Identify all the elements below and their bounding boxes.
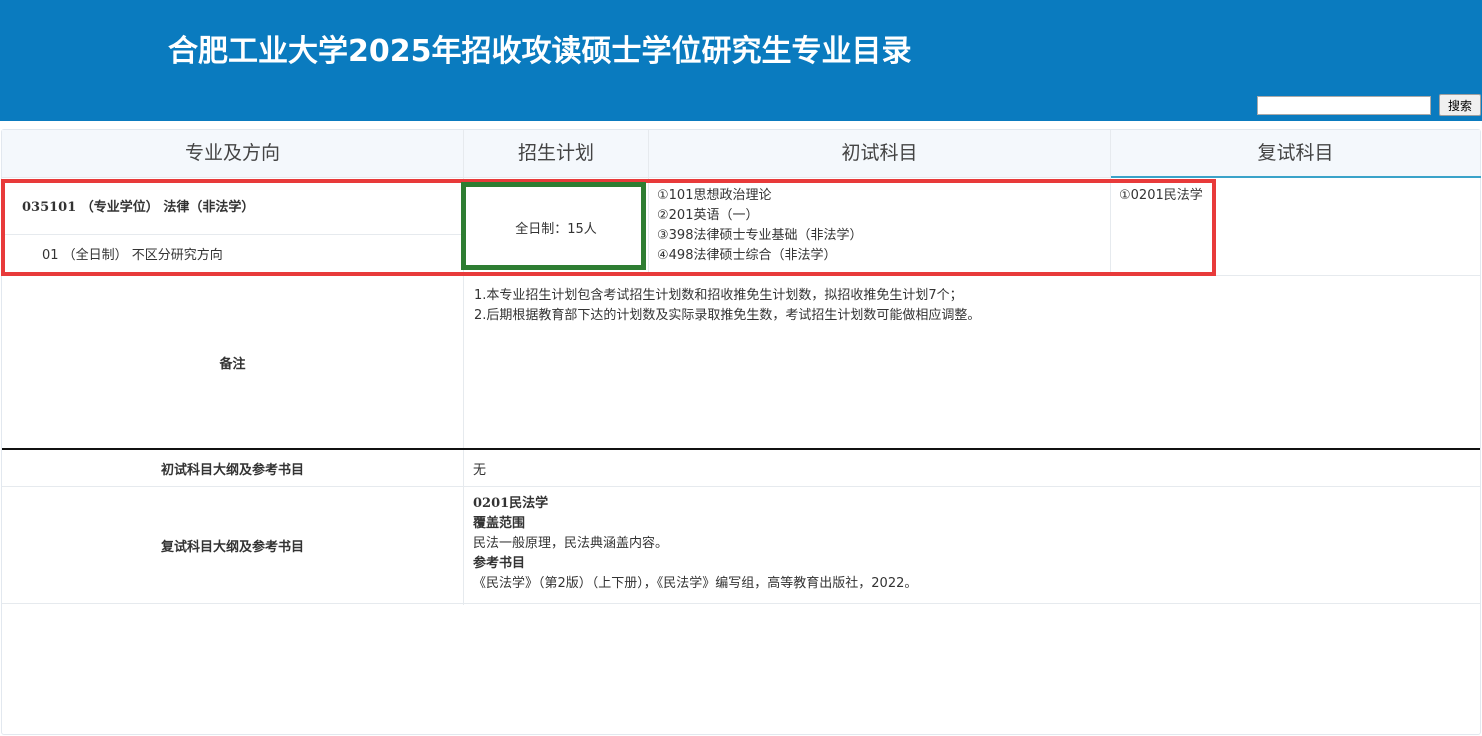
retest-outline-content: 0201民法学 覆盖范围 民法一般原理，民法典涵盖内容。 参考书目 《民法学》（…	[473, 494, 917, 594]
notes-label: 备注	[219, 357, 246, 372]
search-input[interactable]	[1257, 96, 1431, 115]
page-title: 合肥工业大学2025年招收攻读硕士学位研究生专业目录	[168, 34, 912, 69]
notes-line: 1.本专业招生计划包含考试招生计划数和招收推免生计划数，拟招收推免生计划7个；	[474, 288, 963, 303]
retest-outline-scope-text: 民法一般原理，民法典涵盖内容。	[473, 536, 669, 551]
column-header-retest: 复试科目	[1257, 142, 1334, 164]
column-header-plan: 招生计划	[517, 142, 594, 164]
row-divider	[2, 603, 1480, 604]
retest-outline-books-text: 《民法学》（第2版）（上下册），《民法学》编写组，高等教育出版社，2022。	[473, 576, 918, 591]
initial-outline-value: 无	[473, 463, 487, 478]
column-header-initial: 初试科目	[841, 142, 918, 164]
initial-outline-label: 初试科目大纲及参考书目	[160, 463, 304, 478]
search-button[interactable]: 搜索	[1439, 94, 1481, 116]
retest-outline-subject: 0201民法学	[473, 496, 549, 511]
retest-outline-books-heading: 参考书目	[473, 556, 526, 571]
plan-cell-highlight	[461, 182, 646, 270]
retest-outline-scope-heading: 覆盖范围	[473, 516, 526, 531]
column-header-major: 专业及方向	[184, 142, 280, 164]
row-divider	[2, 177, 1111, 178]
retest-outline-label: 复试科目大纲及参考书目	[160, 540, 304, 555]
section-divider	[2, 448, 1480, 450]
active-column-indicator	[1111, 176, 1481, 178]
notes-content: 1.本专业招生计划包含考试招生计划数和招收推免生计划数，拟招收推免生计划7个； …	[474, 286, 980, 326]
row-divider	[2, 486, 1480, 487]
notes-line: 2.后期根据教育部下达的计划数及实际录取推免生数，考试招生计划数可能做相应调整。	[474, 308, 981, 323]
